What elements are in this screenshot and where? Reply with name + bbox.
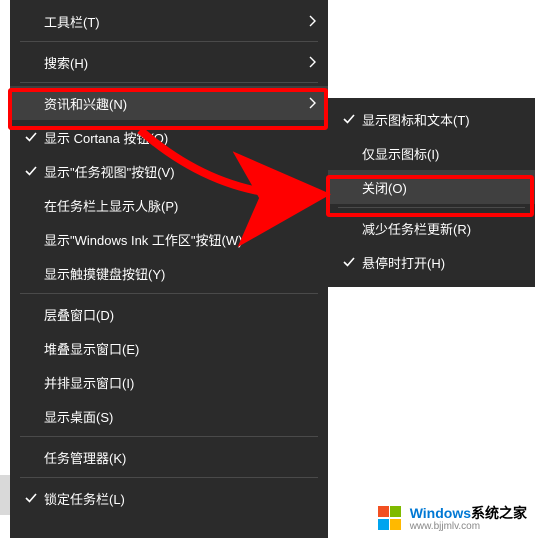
menu-item-label: 显示桌面(S) <box>44 407 300 426</box>
logo-square <box>390 506 401 517</box>
menu-separator <box>20 477 318 478</box>
news-interests-submenu: 显示图标和文本(T) 仅显示图标(I) 关闭(O) 减少任务栏更新(R) 悬停时打开(H… <box>328 98 535 287</box>
menu-item-label: 减少任务栏更新(R) <box>362 219 507 238</box>
menu-separator <box>20 293 318 294</box>
menu-separator <box>20 41 318 42</box>
menu-item[interactable]: 显示"Windows Ink 工作区"按钮(W) <box>10 222 328 256</box>
menu-item[interactable]: 资讯和兴趣(N) <box>10 86 328 120</box>
left-gray-strip <box>0 475 10 515</box>
menu-item-label: 显示图标和文本(T) <box>362 110 507 129</box>
taskbar-context-menu: 工具栏(T) 搜索(H) 资讯和兴趣(N) 显示 Cortana 按钮(O) 显示"任务… <box>10 0 328 538</box>
menu-item[interactable]: 工具栏(T) <box>10 4 328 38</box>
menu-separator <box>20 82 318 83</box>
menu-item-label: 任务管理器(K) <box>44 448 300 467</box>
menu-item[interactable]: 显示"任务视图"按钮(V) <box>10 154 328 188</box>
menu-item[interactable]: 减少任务栏更新(R) <box>328 211 535 245</box>
menu-item[interactable]: 搜索(H) <box>10 45 328 79</box>
watermark: Windows系统之家 www.bjjmlv.com <box>378 506 527 532</box>
menu-item-label: 关闭(O) <box>362 178 507 197</box>
chevron-right-icon <box>300 97 316 109</box>
menu-item[interactable]: 在任务栏上显示人脉(P) <box>10 188 328 222</box>
menu-item[interactable]: 显示 Cortana 按钮(O) <box>10 120 328 154</box>
menu-item-label: 搜索(H) <box>44 53 300 72</box>
menu-item-label: 工具栏(T) <box>44 12 300 31</box>
menu-item[interactable]: 堆叠显示窗口(E) <box>10 331 328 365</box>
menu-separator <box>20 436 318 437</box>
menu-item[interactable]: 悬停时打开(H) <box>328 245 535 279</box>
menu-item[interactable]: 并排显示窗口(I) <box>10 365 328 399</box>
menu-item[interactable]: 层叠窗口(D) <box>10 297 328 331</box>
menu-item[interactable]: 关闭(O) <box>328 170 535 204</box>
checkmark-icon <box>336 256 362 268</box>
menu-item-label: 显示"Windows Ink 工作区"按钮(W) <box>44 230 300 249</box>
menu-item[interactable]: 显示图标和文本(T) <box>328 102 535 136</box>
watermark-url: www.bjjmlv.com <box>410 521 527 532</box>
chevron-right-icon <box>300 15 316 27</box>
watermark-title: Windows系统之家 <box>410 506 527 521</box>
menu-item-label: 显示"任务视图"按钮(V) <box>44 162 300 181</box>
menu-separator <box>338 207 525 208</box>
menu-item-label: 锁定任务栏(L) <box>44 489 300 508</box>
menu-item-label: 仅显示图标(I) <box>362 144 507 163</box>
logo-square <box>378 519 389 530</box>
checkmark-icon <box>18 492 44 504</box>
windows-logo-icon <box>378 506 404 532</box>
menu-item-label: 在任务栏上显示人脉(P) <box>44 196 300 215</box>
menu-item-label: 显示触摸键盘按钮(Y) <box>44 264 300 283</box>
menu-item-label: 堆叠显示窗口(E) <box>44 339 300 358</box>
menu-item-label: 资讯和兴趣(N) <box>44 94 300 113</box>
menu-item-label: 并排显示窗口(I) <box>44 373 300 392</box>
checkmark-icon <box>18 165 44 177</box>
logo-square <box>390 519 401 530</box>
menu-item-label: 悬停时打开(H) <box>362 253 507 272</box>
menu-item[interactable]: 显示触摸键盘按钮(Y) <box>10 256 328 290</box>
menu-item[interactable]: 任务管理器(K) <box>10 440 328 474</box>
logo-square <box>378 506 389 517</box>
menu-item-label: 显示 Cortana 按钮(O) <box>44 128 300 147</box>
menu-item[interactable]: 显示桌面(S) <box>10 399 328 433</box>
chevron-right-icon <box>300 56 316 68</box>
menu-item-label: 层叠窗口(D) <box>44 305 300 324</box>
checkmark-icon <box>18 131 44 143</box>
menu-item[interactable]: 锁定任务栏(L) <box>10 481 328 515</box>
checkmark-icon <box>336 113 362 125</box>
menu-item[interactable]: 仅显示图标(I) <box>328 136 535 170</box>
